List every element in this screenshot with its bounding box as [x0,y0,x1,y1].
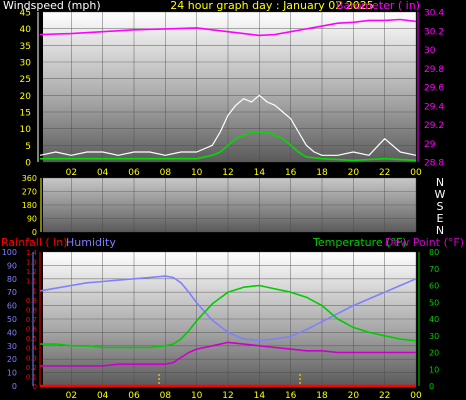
windspeed-ticks: 0 5 10 15 20 25 30 35 40 45 [20,9,32,169]
direction-tick-label: 180 [22,201,37,210]
direction-compass-labels: NWSEN [435,176,446,237]
rainfall-tick-label: 0.8 [26,306,37,314]
windspeed-tick-label: 10 [20,125,32,135]
climate-time-tick-label: 14 [254,391,266,400]
climate-time-tick-label: 00 [410,391,422,400]
climate-time-tick-label: 22 [379,391,390,400]
barometer-tick-label: 29 [424,140,436,150]
temperature-tick-label: 70 [429,265,439,274]
humidity-tick-label: 100 [2,248,17,257]
wind-time-tick-label: 02 [66,168,77,178]
climate-time-tick-label: 16 [285,391,297,400]
humidity-tick-label: 70 [7,288,17,297]
temperature-tick-label: 80 [429,248,439,257]
wind-time-tick-label: 14 [254,168,266,178]
barometer-tick-label: 30 [424,46,436,56]
wind-time-tick-label: 12 [222,168,233,178]
windspeed-tick-label: 40 [20,25,32,35]
climate-time-tick-label: 08 [160,391,172,400]
temperature-ticks: 0 10 20 30 40 50 60 70 80 [429,248,439,391]
barometer-axis-label: Barometer ( in) [336,0,420,12]
humidity-axis-label: Humidity [66,236,116,249]
temperature-tick-label: 10 [429,365,439,374]
rainfall-tick-label: 0.5 [26,335,37,343]
climate-time-tick-label: 20 [348,391,360,400]
rainfall-ticks: 00.10.20.30.40.50.60.70.80.911.11.21.31.… [26,249,38,391]
direction-tick-label: 90 [27,215,37,224]
wind-time-tick-label: 04 [97,168,109,178]
humidity-tick-label: 10 [7,369,17,378]
rainfall-tick-label: 0.1 [26,373,37,381]
humidity-tick-label: 60 [7,302,17,311]
wind-baro-panel: Windspeed (mph) 24 hour graph day : Janu… [3,0,444,178]
wind-direction-panel: 090180270360 NWSEN [22,174,446,237]
windspeed-tick-label: 20 [20,92,32,102]
rainfall-tick-label: 0.3 [26,354,37,362]
humidity-ticks: 0 10 20 30 40 50 60 70 80 90 100 [2,248,17,391]
wind-time-tick-label: 06 [128,168,140,178]
rainfall-tick-label: 1.1 [26,278,37,286]
climate-time-tick-label: 02 [66,391,77,400]
humidity-tick-label: 80 [7,275,17,284]
wind-time-tick-label: 08 [160,168,172,178]
windspeed-tick-label: 25 [20,75,31,85]
wind-time-tick-label: 18 [316,168,328,178]
direction-tick-label: 270 [22,188,37,197]
windspeed-tick-label: 30 [20,59,32,69]
humidity-tick-label: 90 [7,261,17,270]
rainfall-tick-label: 0.7 [26,316,37,324]
windspeed-tick-label: 5 [25,142,31,152]
barometer-ticks: 28.8 29 29.2 29.4 29.6 29.8 30 30.2 30.4 [424,9,444,169]
windspeed-tick-label: 15 [20,109,31,119]
barometer-tick-label: 29.8 [424,65,444,75]
temperature-tick-label: 60 [429,282,439,291]
wind-time-tick-label: 00 [410,168,422,178]
rainfall-tick-label: 0.6 [26,326,38,334]
rain-hum-temp-panel: Rainfall ( in) Humidity Temperature (°F)… [1,236,464,400]
wind-time-tick-label: 22 [379,168,390,178]
barometer-tick-label: 29.2 [424,121,444,131]
barometer-tick-label: 29.6 [424,84,444,94]
climate-time-ticks: 02 04 06 08 10 12 14 16 18 20 22 00 [66,391,422,400]
humidity-tick-label: 30 [7,342,17,351]
weather-24-hour-graph: Windspeed (mph) 24 hour graph day : Janu… [1,0,464,400]
climate-time-tick-label: 04 [97,391,109,400]
temperature-tick-label: 0 [429,382,434,391]
humidity-tick-label: 50 [7,315,17,324]
rainfall-tick-label: 0.4 [26,345,38,353]
direction-degree-ticks: 090180270360 [22,174,37,237]
wind-time-ticks: 02 04 06 08 10 12 14 16 18 20 22 00 [66,168,422,178]
rainfall-tick-label: 0.9 [26,297,37,305]
windspeed-axis-label: Windspeed (mph) [3,0,101,12]
climate-time-tick-label: 06 [128,391,140,400]
barometer-tick-label: 29.4 [424,102,444,112]
humidity-tick-label: 0 [12,382,17,391]
rainfall-tick-label: 1.2 [26,268,37,276]
barometer-tick-label: 28.8 [424,159,444,169]
rainfall-tick-label: 1.3 [26,259,37,267]
wind-time-tick-label: 16 [285,168,297,178]
barometer-tick-label: 30.4 [424,9,444,19]
humidity-tick-label: 20 [7,355,17,364]
direction-tick-label: 360 [22,174,37,183]
climate-time-tick-label: 10 [191,391,203,400]
temperature-tick-label: 40 [429,315,439,324]
humidity-tick-label: 40 [7,328,17,337]
temperature-tick-label: 30 [429,332,439,341]
climate-time-tick-label: 12 [222,391,233,400]
windspeed-tick-label: 0 [25,159,31,169]
rainfall-tick-label: 1.4 [26,249,38,257]
windspeed-tick-label: 35 [20,42,31,52]
windspeed-tick-label: 45 [20,9,31,19]
temperature-tick-label: 20 [429,349,439,358]
temperature-tick-label: 50 [429,298,439,307]
barometer-tick-label: 30.2 [424,27,444,37]
wind-time-tick-label: 10 [191,168,203,178]
wind-time-tick-label: 20 [348,168,360,178]
rainfall-tick-label: 0.2 [26,364,37,372]
dew-point-axis-label: Dew Point (°F) [385,236,464,249]
climate-time-tick-label: 18 [316,391,328,400]
